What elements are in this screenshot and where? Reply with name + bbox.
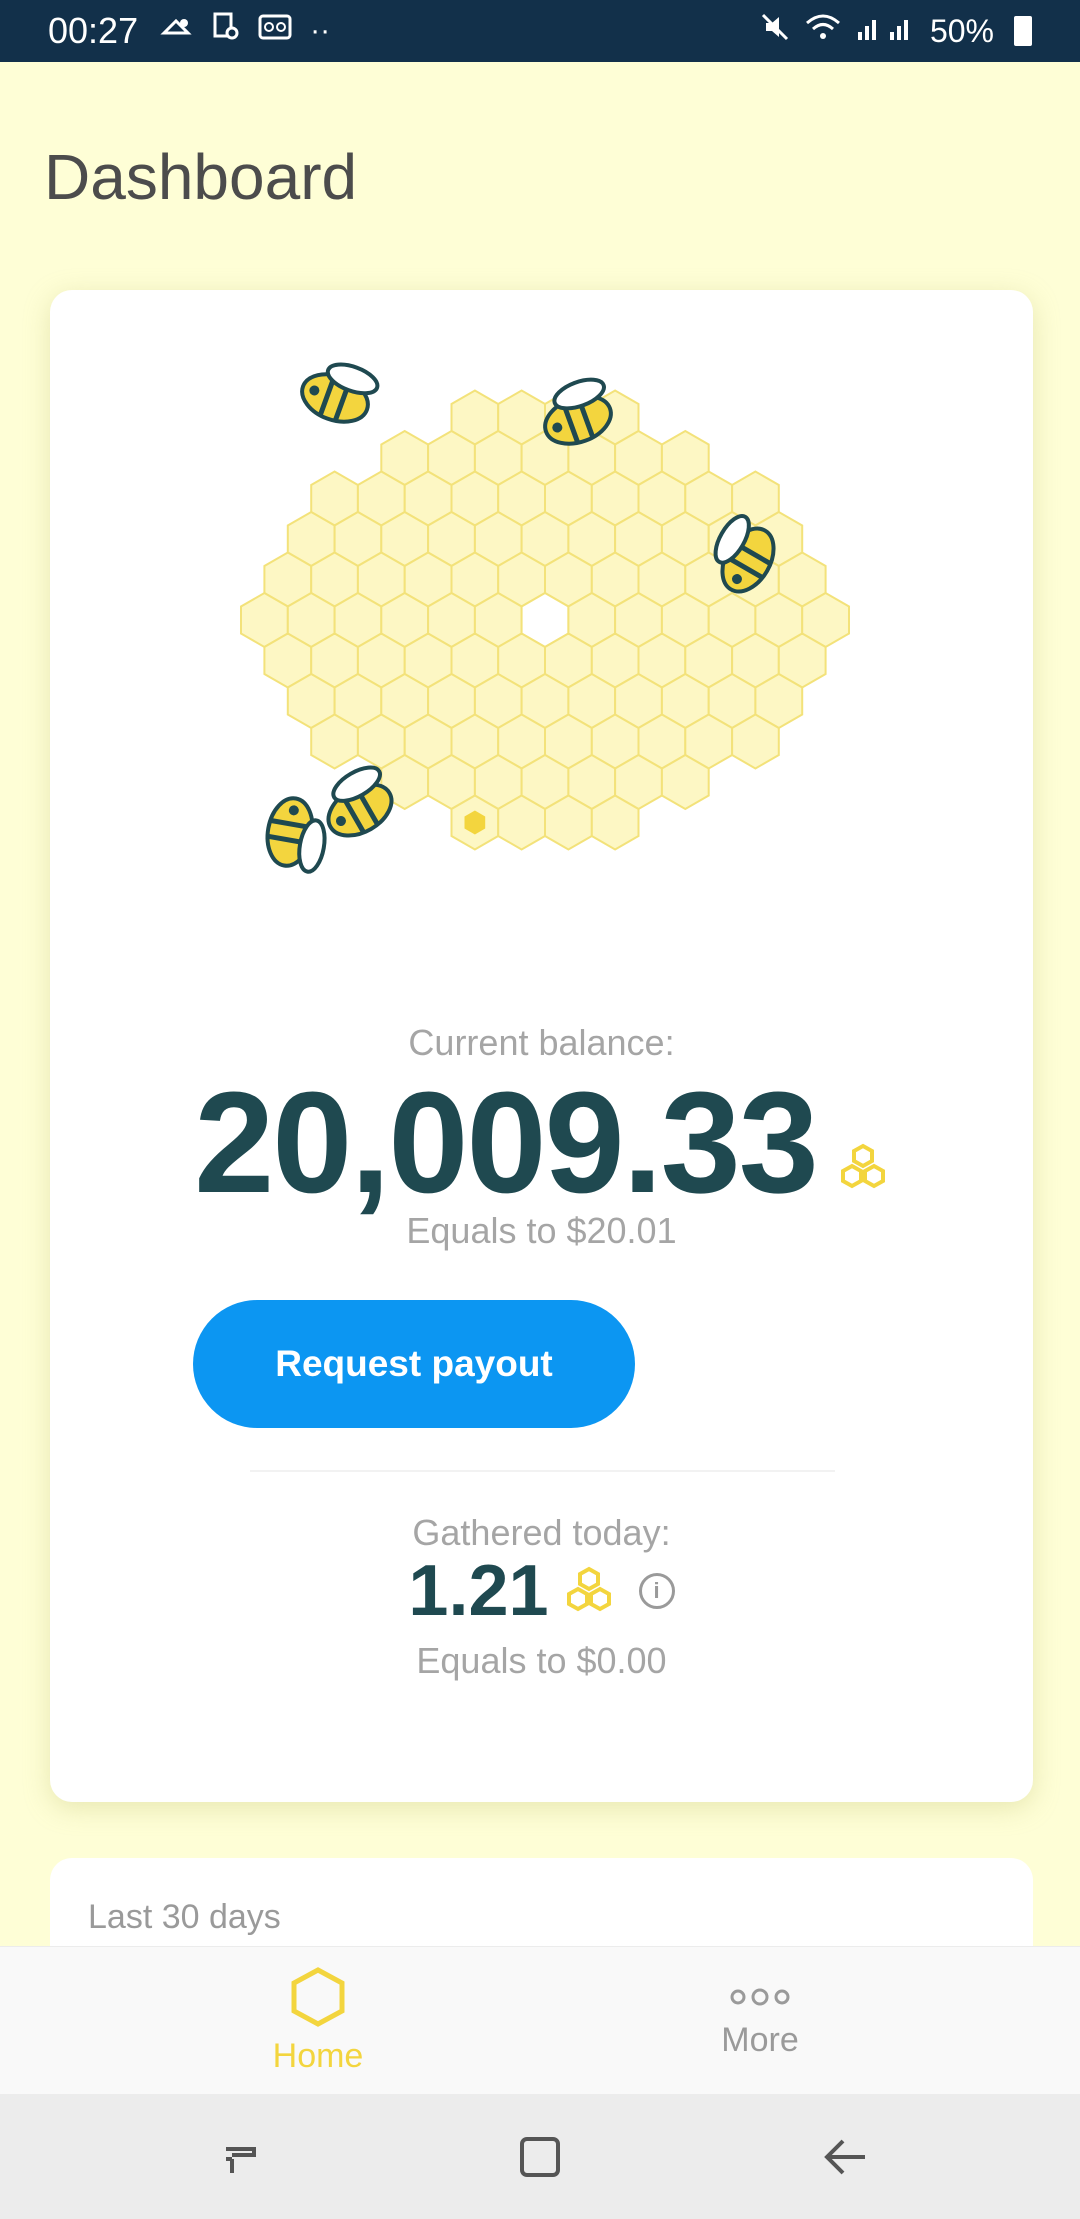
status-left-icons: ·· <box>160 11 330 51</box>
more-notifications-icon: ·· <box>310 14 331 47</box>
home-square-icon <box>520 2137 560 2177</box>
system-navigation-bar <box>0 2094 1080 2219</box>
recent-apps-icon <box>226 2147 256 2173</box>
back-arrow-icon <box>824 2139 865 2175</box>
balance-row: 20,009.33 <box>50 1060 1033 1226</box>
nav-more-label: More <box>721 2021 799 2059</box>
nav-home[interactable]: Home <box>168 1947 468 2095</box>
wifi-icon <box>804 12 842 50</box>
status-bar: 00:27 ·· 50% <box>0 0 1080 62</box>
gathered-today-label: Gathered today: <box>412 1512 671 1553</box>
bottom-navigation: Home More <box>0 1946 1080 2094</box>
bee-icon-4 <box>265 796 327 874</box>
more-dots-icon <box>727 1982 793 2017</box>
current-balance-value: 20,009.33 <box>194 1062 819 1223</box>
location-icon <box>212 11 240 51</box>
honey-coins-icon <box>563 1566 615 1617</box>
voicemail-icon <box>258 13 292 49</box>
hexagon-icon <box>289 1966 347 2033</box>
balance-equals-label: Equals to $20.01 <box>406 1210 677 1251</box>
mute-icon <box>760 12 790 50</box>
status-right-icons: 50% <box>760 12 1032 50</box>
page-title: Dashboard <box>44 141 358 213</box>
back-button[interactable] <box>810 2122 880 2192</box>
info-icon[interactable]: i <box>638 1573 675 1609</box>
battery-percent: 50% <box>929 12 994 49</box>
gathered-today-row: 1.21 i <box>50 1550 1033 1632</box>
honeycomb-grid <box>240 389 850 851</box>
gathered-today-value: 1.21 <box>408 1551 549 1631</box>
battery-icon <box>1014 16 1032 46</box>
notification-icon <box>160 13 194 49</box>
nav-more[interactable]: More <box>610 1947 910 2095</box>
last-30-days-title: Last 30 days <box>88 1898 281 1936</box>
honey-coins-icon <box>837 1143 889 1194</box>
gathered-today-equals-label: Equals to $0.00 <box>416 1640 667 1681</box>
current-balance-label: Current balance: <box>408 1022 675 1063</box>
request-payout-button[interactable]: Request payout <box>193 1300 635 1428</box>
divider <box>250 1470 835 1472</box>
honeycomb-illustration <box>240 362 850 874</box>
home-button[interactable] <box>505 2122 575 2192</box>
signal-icon <box>856 12 916 50</box>
nav-home-label: Home <box>272 2037 364 2075</box>
bee-icon-1 <box>300 362 380 424</box>
status-time: 00:27 <box>48 10 139 51</box>
recent-apps-button[interactable] <box>205 2122 275 2192</box>
